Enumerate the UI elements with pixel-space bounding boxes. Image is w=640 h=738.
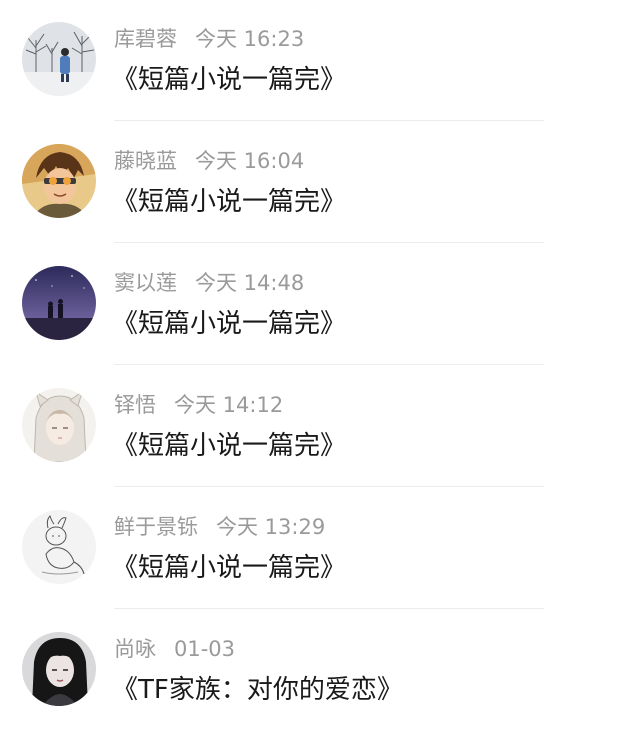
comment-meta: 铎悟 今天 14:12 [114,390,283,420]
comment-feed: 库碧蓉 今天 16:23 《短篇小说一篇完》 藤晓蓝 今天 16:04 《短篇小说一… [0,0,640,738]
avatar[interactable] [22,388,96,462]
post-title[interactable]: 《短篇小说一篇完》 [112,304,346,344]
timestamp: 今天 14:12 [174,393,284,417]
comment-meta: 藤晓蓝 今天 16:04 [114,146,304,176]
timestamp: 今天 14:48 [195,271,305,295]
user-name[interactable]: 尚咏 [114,637,156,661]
list-item[interactable]: 库碧蓉 今天 16:23 《短篇小说一篇完》 [0,0,640,122]
comment-meta: 库碧蓉 今天 16:23 [114,24,304,54]
avatar-winter-trees-person-icon [22,22,96,96]
post-title[interactable]: 《TF家族：对你的爱恋》 [112,670,403,710]
comment-meta: 尚咏 01-03 [114,634,235,664]
avatar[interactable] [22,266,96,340]
avatar-girl-dark-hair-icon [22,632,96,706]
comment-meta: 鲜于景铄 今天 13:29 [114,512,325,542]
avatar-night-sky-figures-icon [22,266,96,340]
post-title[interactable]: 《短篇小说一篇完》 [112,182,346,222]
avatar[interactable] [22,144,96,218]
post-title[interactable]: 《短篇小说一篇完》 [112,548,346,588]
avatar-anime-boy-goggles-icon [22,144,96,218]
post-title[interactable]: 《短篇小说一篇完》 [112,426,346,466]
avatar-anime-girl-hood-icon [22,388,96,462]
list-item[interactable]: 鲜于景铄 今天 13:29 《短篇小说一篇完》 [0,488,640,610]
divider [114,608,544,609]
user-name[interactable]: 铎悟 [114,393,156,417]
avatar-sketch-cat-icon [22,510,96,584]
timestamp: 今天 13:29 [216,515,326,539]
user-name[interactable]: 窦以莲 [114,271,177,295]
timestamp: 今天 16:23 [195,27,305,51]
divider [114,242,544,243]
post-title[interactable]: 《短篇小说一篇完》 [112,60,346,100]
user-name[interactable]: 库碧蓉 [114,27,177,51]
list-item[interactable]: 窦以莲 今天 14:48 《短篇小说一篇完》 [0,244,640,366]
divider [114,364,544,365]
divider [114,486,544,487]
user-name[interactable]: 藤晓蓝 [114,149,177,173]
avatar[interactable] [22,510,96,584]
comment-meta: 窦以莲 今天 14:48 [114,268,304,298]
divider [114,120,544,121]
list-item[interactable]: 藤晓蓝 今天 16:04 《短篇小说一篇完》 [0,122,640,244]
timestamp: 今天 16:04 [195,149,305,173]
user-name[interactable]: 鲜于景铄 [114,515,198,539]
list-item[interactable]: 尚咏 01-03 《TF家族：对你的爱恋》 [0,610,640,732]
list-item[interactable]: 铎悟 今天 14:12 《短篇小说一篇完》 [0,366,640,488]
avatar[interactable] [22,22,96,96]
timestamp: 01-03 [174,637,236,661]
avatar[interactable] [22,632,96,706]
